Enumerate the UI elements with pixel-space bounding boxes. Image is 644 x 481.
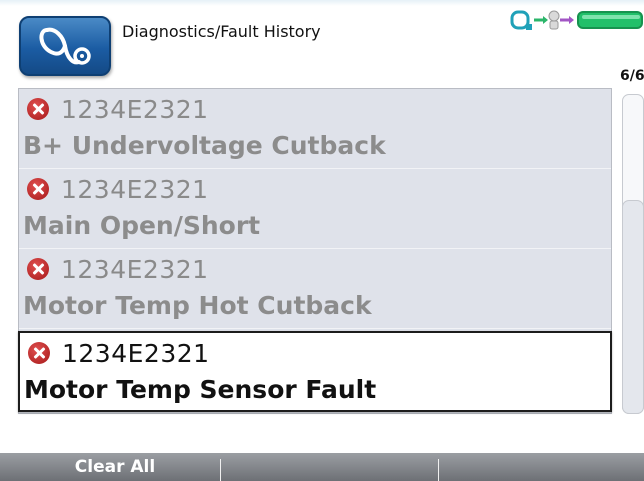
fault-name: Motor Temp Hot Cutback: [23, 291, 372, 320]
fault-code: 1234E2321: [61, 254, 209, 284]
fault-name: Motor Temp Sensor Fault: [24, 375, 377, 404]
scroll-thumb[interactable]: [622, 200, 644, 414]
header: Diagnostics/Fault History 6/6: [0, 0, 644, 88]
fault-name: B+ Undervoltage Cutback: [23, 131, 386, 160]
error-icon: [28, 342, 50, 364]
fault-code: 1234E2321: [61, 94, 209, 124]
fault-code-line: 1234E2321: [27, 173, 209, 205]
error-icon: [27, 98, 49, 120]
error-icon: [27, 178, 49, 200]
fault-code-line: 1234E2321: [27, 93, 209, 125]
people-icon: [534, 10, 574, 30]
fault-list-item-selected[interactable]: 1234E2321 Motor Temp Sensor Fault: [18, 331, 612, 412]
battery-icon: [577, 11, 643, 29]
softkey-right[interactable]: [440, 453, 644, 481]
fault-code: 1234E2321: [61, 174, 209, 204]
fault-list-item[interactable]: 1234E2321 Motor Temp Hot Cutback: [19, 249, 611, 329]
fault-list-item[interactable]: 1234E2321 B+ Undervoltage Cutback: [19, 89, 611, 169]
error-icon: [27, 258, 49, 280]
page-title: Diagnostics/Fault History: [122, 22, 321, 41]
fault-code-line: 1234E2321: [28, 337, 210, 369]
fault-list[interactable]: 1234E2321 B+ Undervoltage Cutback 1234E2…: [18, 88, 612, 414]
softkey-bar: Clear All: [0, 453, 644, 481]
connection-icon: [510, 10, 532, 30]
fault-list-item[interactable]: 1234E2321 Main Open/Short: [19, 169, 611, 249]
fault-code: 1234E2321: [62, 338, 210, 368]
fault-name: Main Open/Short: [23, 211, 261, 240]
fault-code-line: 1234E2321: [27, 253, 209, 285]
softkey-divider: [438, 459, 439, 481]
scrollbar[interactable]: [622, 94, 644, 414]
clear-all-button[interactable]: Clear All: [40, 453, 190, 481]
page-counter: 6/6: [620, 68, 644, 84]
status-icons: [510, 6, 644, 34]
softkey-divider: [220, 459, 221, 481]
softkey-middle[interactable]: [222, 453, 438, 481]
stethoscope-icon[interactable]: [19, 16, 111, 76]
